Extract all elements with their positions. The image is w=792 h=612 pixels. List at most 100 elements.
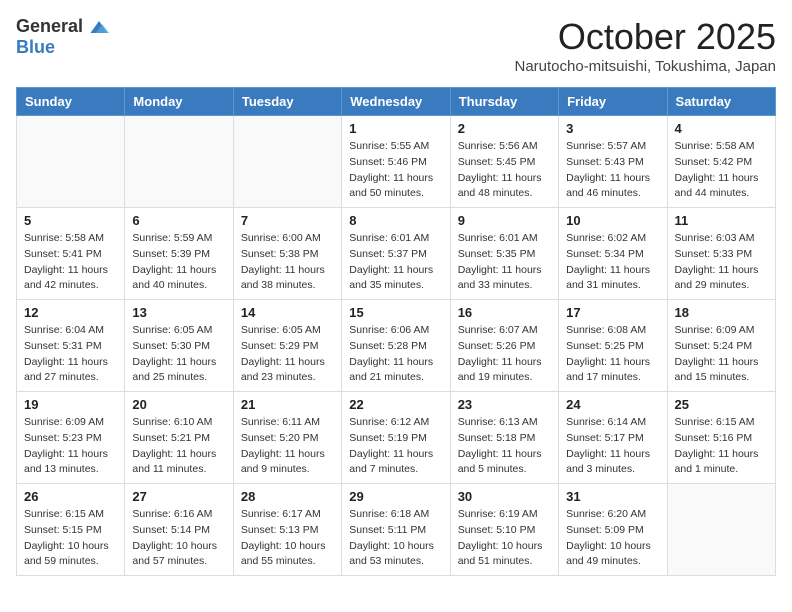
day-number: 26 (24, 489, 117, 504)
day-info: Sunrise: 5:55 AM Sunset: 5:46 PM Dayligh… (349, 139, 442, 202)
day-info: Sunrise: 5:57 AM Sunset: 5:43 PM Dayligh… (566, 139, 659, 202)
day-info: Sunrise: 6:14 AM Sunset: 5:17 PM Dayligh… (566, 415, 659, 478)
day-info: Sunrise: 6:09 AM Sunset: 5:24 PM Dayligh… (675, 323, 768, 386)
day-info: Sunrise: 6:00 AM Sunset: 5:38 PM Dayligh… (241, 231, 334, 294)
day-info: Sunrise: 6:04 AM Sunset: 5:31 PM Dayligh… (24, 323, 117, 386)
calendar-cell: 10 Sunrise: 6:02 AM Sunset: 5:34 PM Dayli… (559, 208, 667, 300)
day-number: 12 (24, 305, 117, 320)
calendar-cell: 9 Sunrise: 6:01 AM Sunset: 5:35 PM Daylig… (450, 208, 558, 300)
day-number: 21 (241, 397, 334, 412)
calendar-header-row: SundayMondayTuesdayWednesdayThursdayFrid… (17, 88, 776, 116)
calendar-cell: 26Sunrise: 6:15 AM Sunset: 5:15 PM Dayli… (17, 484, 125, 576)
day-number: 2 (458, 121, 551, 136)
day-info: Sunrise: 5:58 AM Sunset: 5:41 PM Dayligh… (24, 231, 117, 294)
calendar-week-row: 12 Sunrise: 6:04 AM Sunset: 5:31 PM Dayli… (17, 300, 776, 392)
day-info: Sunrise: 6:13 AM Sunset: 5:18 PM Dayligh… (458, 415, 551, 478)
calendar-cell: 2 Sunrise: 5:56 AM Sunset: 5:45 PM Daylig… (450, 116, 558, 208)
calendar-cell (667, 484, 775, 576)
calendar-cell (233, 116, 341, 208)
day-number: 7 (241, 213, 334, 228)
logo-general-text: General (16, 16, 83, 37)
weekday-header-friday: Friday (559, 88, 667, 116)
day-info: Sunrise: 6:01 AM Sunset: 5:35 PM Dayligh… (458, 231, 551, 294)
day-number: 6 (132, 213, 225, 228)
calendar-week-row: 19Sunrise: 6:09 AM Sunset: 5:23 PM Dayli… (17, 392, 776, 484)
day-info: Sunrise: 6:10 AM Sunset: 5:21 PM Dayligh… (132, 415, 225, 478)
calendar-cell: 25Sunrise: 6:15 AM Sunset: 5:16 PM Dayli… (667, 392, 775, 484)
logo: General Blue (16, 16, 111, 58)
calendar-cell: 20 Sunrise: 6:10 AM Sunset: 5:21 PM Dayli… (125, 392, 233, 484)
day-info: Sunrise: 6:01 AM Sunset: 5:37 PM Dayligh… (349, 231, 442, 294)
day-number: 15 (349, 305, 442, 320)
day-number: 30 (458, 489, 551, 504)
calendar-cell: 21Sunrise: 6:11 AM Sunset: 5:20 PM Dayli… (233, 392, 341, 484)
day-number: 3 (566, 121, 659, 136)
weekday-header-saturday: Saturday (667, 88, 775, 116)
calendar-cell: 22 Sunrise: 6:12 AM Sunset: 5:19 PM Dayli… (342, 392, 450, 484)
calendar-cell: 17Sunrise: 6:08 AM Sunset: 5:25 PM Dayli… (559, 300, 667, 392)
title-block: October 2025 Narutocho-mitsuishi, Tokush… (514, 16, 776, 75)
day-info: Sunrise: 6:07 AM Sunset: 5:26 PM Dayligh… (458, 323, 551, 386)
day-number: 22 (349, 397, 442, 412)
calendar-cell: 5 Sunrise: 5:58 AM Sunset: 5:41 PM Daylig… (17, 208, 125, 300)
day-number: 24 (566, 397, 659, 412)
calendar-cell: 15 Sunrise: 6:06 AM Sunset: 5:28 PM Dayli… (342, 300, 450, 392)
logo-blue-text: Blue (16, 37, 55, 58)
day-number: 10 (566, 213, 659, 228)
calendar-cell (17, 116, 125, 208)
day-info: Sunrise: 6:12 AM Sunset: 5:19 PM Dayligh… (349, 415, 442, 478)
page-header: General Blue October 2025 Narutocho-mits… (16, 16, 776, 75)
day-number: 13 (132, 305, 225, 320)
day-info: Sunrise: 6:05 AM Sunset: 5:30 PM Dayligh… (132, 323, 225, 386)
calendar-cell: 12 Sunrise: 6:04 AM Sunset: 5:31 PM Dayli… (17, 300, 125, 392)
weekday-header-sunday: Sunday (17, 88, 125, 116)
calendar-cell: 18 Sunrise: 6:09 AM Sunset: 5:24 PM Dayli… (667, 300, 775, 392)
calendar-cell: 30 Sunrise: 6:19 AM Sunset: 5:10 PM Dayli… (450, 484, 558, 576)
day-number: 16 (458, 305, 551, 320)
day-number: 9 (458, 213, 551, 228)
weekday-header-monday: Monday (125, 88, 233, 116)
day-number: 8 (349, 213, 442, 228)
day-number: 4 (675, 121, 768, 136)
day-info: Sunrise: 6:06 AM Sunset: 5:28 PM Dayligh… (349, 323, 442, 386)
day-info: Sunrise: 6:20 AM Sunset: 5:09 PM Dayligh… (566, 507, 659, 570)
calendar-cell: 7 Sunrise: 6:00 AM Sunset: 5:38 PM Daylig… (233, 208, 341, 300)
calendar-cell: 8 Sunrise: 6:01 AM Sunset: 5:37 PM Daylig… (342, 208, 450, 300)
weekday-header-thursday: Thursday (450, 88, 558, 116)
calendar-week-row: 26Sunrise: 6:15 AM Sunset: 5:15 PM Dayli… (17, 484, 776, 576)
day-info: Sunrise: 5:56 AM Sunset: 5:45 PM Dayligh… (458, 139, 551, 202)
day-number: 28 (241, 489, 334, 504)
day-info: Sunrise: 6:03 AM Sunset: 5:33 PM Dayligh… (675, 231, 768, 294)
day-number: 17 (566, 305, 659, 320)
day-info: Sunrise: 6:02 AM Sunset: 5:34 PM Dayligh… (566, 231, 659, 294)
calendar-cell: 16 Sunrise: 6:07 AM Sunset: 5:26 PM Dayli… (450, 300, 558, 392)
calendar-cell: 4 Sunrise: 5:58 AM Sunset: 5:42 PM Daylig… (667, 116, 775, 208)
calendar-cell (125, 116, 233, 208)
day-info: Sunrise: 6:17 AM Sunset: 5:13 PM Dayligh… (241, 507, 334, 570)
day-number: 25 (675, 397, 768, 412)
day-info: Sunrise: 6:05 AM Sunset: 5:29 PM Dayligh… (241, 323, 334, 386)
day-info: Sunrise: 5:59 AM Sunset: 5:39 PM Dayligh… (132, 231, 225, 294)
day-number: 5 (24, 213, 117, 228)
day-number: 29 (349, 489, 442, 504)
day-number: 11 (675, 213, 768, 228)
day-info: Sunrise: 6:16 AM Sunset: 5:14 PM Dayligh… (132, 507, 225, 570)
calendar-cell: 14 Sunrise: 6:05 AM Sunset: 5:29 PM Dayli… (233, 300, 341, 392)
location-subtitle: Narutocho-mitsuishi, Tokushima, Japan (514, 58, 776, 75)
month-title: October 2025 (514, 16, 776, 58)
day-info: Sunrise: 5:58 AM Sunset: 5:42 PM Dayligh… (675, 139, 768, 202)
day-number: 1 (349, 121, 442, 136)
calendar-cell: 24 Sunrise: 6:14 AM Sunset: 5:17 PM Dayli… (559, 392, 667, 484)
day-info: Sunrise: 6:19 AM Sunset: 5:10 PM Dayligh… (458, 507, 551, 570)
day-number: 20 (132, 397, 225, 412)
calendar-cell: 6 Sunrise: 5:59 AM Sunset: 5:39 PM Daylig… (125, 208, 233, 300)
weekday-header-tuesday: Tuesday (233, 88, 341, 116)
day-number: 14 (241, 305, 334, 320)
day-info: Sunrise: 6:09 AM Sunset: 5:23 PM Dayligh… (24, 415, 117, 478)
calendar-cell: 13 Sunrise: 6:05 AM Sunset: 5:30 PM Dayli… (125, 300, 233, 392)
calendar-cell: 3 Sunrise: 5:57 AM Sunset: 5:43 PM Daylig… (559, 116, 667, 208)
calendar-week-row: 5 Sunrise: 5:58 AM Sunset: 5:41 PM Daylig… (17, 208, 776, 300)
calendar-cell: 23Sunrise: 6:13 AM Sunset: 5:18 PM Dayli… (450, 392, 558, 484)
day-number: 18 (675, 305, 768, 320)
calendar-week-row: 1 Sunrise: 5:55 AM Sunset: 5:46 PM Daylig… (17, 116, 776, 208)
